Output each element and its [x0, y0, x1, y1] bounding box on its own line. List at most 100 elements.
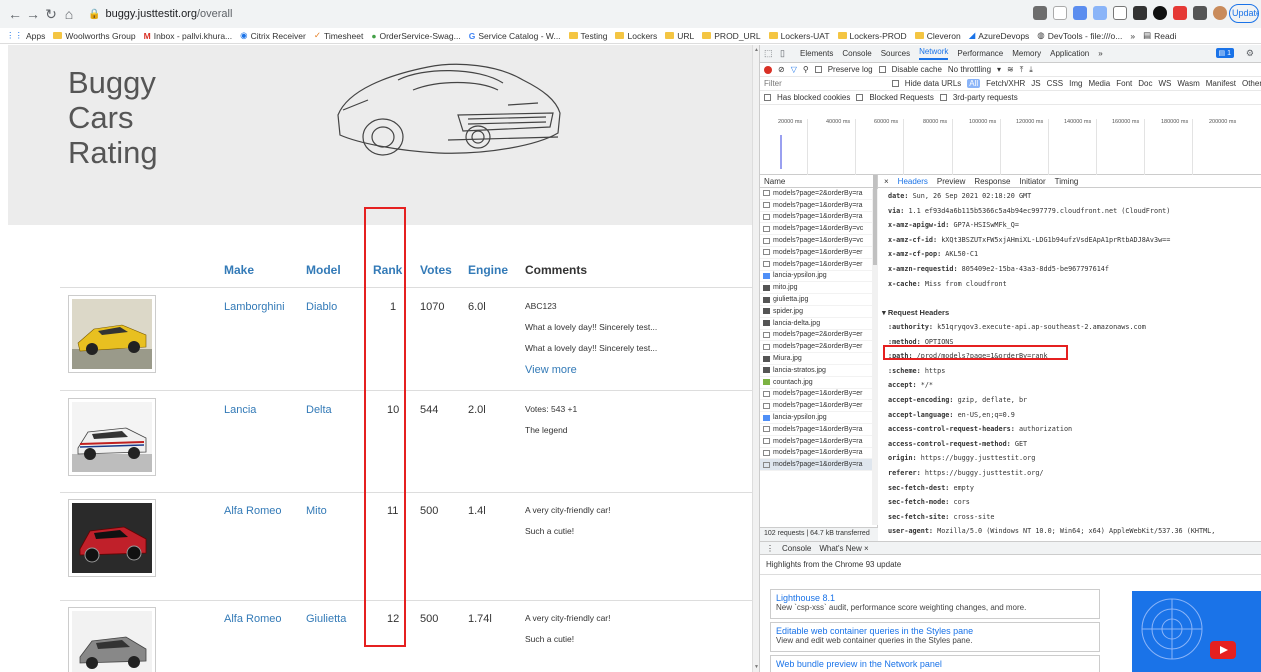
- tab-timing[interactable]: Timing: [1055, 177, 1079, 186]
- address-bar[interactable]: buggy.justtestit.org/overall: [105, 8, 232, 20]
- bookmark-item[interactable]: M Inbox - pallvi.khura...: [144, 31, 233, 41]
- bookmark-item[interactable]: ◍ DevTools - file:///o...: [1037, 30, 1122, 41]
- chevron-down-icon[interactable]: ▾: [997, 65, 1001, 74]
- bookmark-item[interactable]: Testing: [568, 31, 607, 41]
- page-scrollbar[interactable]: ▲ ▼: [752, 45, 759, 672]
- request-item[interactable]: models?page=1&orderBy=ra: [760, 436, 877, 448]
- request-item[interactable]: lancia-ypsilon.jpg: [760, 271, 877, 283]
- tab-application[interactable]: Application: [1050, 49, 1089, 58]
- bookmark-item[interactable]: ▤ Readi: [1143, 30, 1176, 41]
- extension-icon[interactable]: [1073, 6, 1087, 20]
- puzzle-icon[interactable]: [1193, 6, 1207, 20]
- extension-icon[interactable]: [1093, 6, 1107, 20]
- type-filter-all[interactable]: All: [967, 79, 981, 88]
- bookmark-item[interactable]: Lockers: [615, 31, 657, 41]
- type-filter-img[interactable]: Img: [1069, 79, 1082, 88]
- gear-icon[interactable]: ⚙: [1246, 48, 1254, 59]
- extension-icon[interactable]: [1133, 6, 1147, 20]
- type-filter-ws[interactable]: WS: [1158, 79, 1171, 88]
- bookmark-item[interactable]: Woolworths Group: [53, 31, 136, 41]
- request-item[interactable]: models?page=1&orderBy=vc: [760, 235, 877, 247]
- request-item[interactable]: models?page=1&orderBy=er: [760, 247, 877, 259]
- bookmark-item[interactable]: ● OrderService-Swag...: [371, 31, 460, 41]
- view-more-link[interactable]: View more: [525, 364, 577, 376]
- request-item[interactable]: models?page=1&orderBy=er: [760, 389, 877, 401]
- column-header-engine[interactable]: Engine: [468, 263, 508, 277]
- request-item[interactable]: models?page=1&orderBy=ra: [760, 200, 877, 212]
- model-link[interactable]: Mito: [306, 505, 327, 517]
- star-icon[interactable]: [1053, 6, 1067, 20]
- request-item[interactable]: spider.jpg: [760, 306, 877, 318]
- column-header-model[interactable]: Model: [306, 263, 341, 277]
- whats-new-card[interactable]: Editable web container queries in the St…: [770, 622, 1100, 652]
- avatar[interactable]: [1213, 6, 1227, 20]
- bookmark-item[interactable]: ◉ Citrix Receiver: [240, 30, 306, 41]
- tab-initiator[interactable]: Initiator: [1019, 177, 1045, 186]
- disable-cache-checkbox[interactable]: [878, 66, 886, 73]
- blocked-requests-checkbox[interactable]: [856, 94, 864, 101]
- type-filter-wasm[interactable]: Wasm: [1177, 79, 1199, 88]
- bookmark-item[interactable]: URL: [665, 31, 694, 41]
- record-icon[interactable]: [764, 65, 772, 74]
- drawer-menu-icon[interactable]: ⋮: [766, 544, 774, 553]
- request-headers-title[interactable]: ▾ Request Headers: [882, 308, 949, 317]
- tab-sources[interactable]: Sources: [881, 49, 910, 58]
- make-link[interactable]: Alfa Romeo: [224, 613, 281, 625]
- back-icon[interactable]: ←: [6, 6, 24, 22]
- bookmark-item[interactable]: ✓ Timesheet: [314, 30, 364, 41]
- whats-new-card[interactable]: Web bundle preview in the Network panel: [770, 655, 1100, 672]
- type-filter-font[interactable]: Font: [1116, 79, 1132, 88]
- car-image[interactable]: [68, 499, 156, 577]
- request-item[interactable]: mito.jpg: [760, 282, 877, 295]
- type-filter-media[interactable]: Media: [1088, 79, 1110, 88]
- car-image[interactable]: [68, 607, 156, 672]
- bookmark-item[interactable]: G Service Catalog - W...: [469, 31, 561, 41]
- tab-response[interactable]: Response: [974, 177, 1010, 186]
- third-party-checkbox[interactable]: [939, 94, 947, 101]
- request-item[interactable]: Miura.jpg: [760, 353, 877, 365]
- request-item[interactable]: models?page=2&orderBy=er: [760, 341, 877, 354]
- export-icon[interactable]: ⤓: [1029, 65, 1033, 75]
- wifi-icon[interactable]: ≋: [1007, 65, 1014, 74]
- whats-new-card[interactable]: Lighthouse 8.1 New `csp-xss` audit, perf…: [770, 589, 1100, 619]
- throttling-select[interactable]: No throttling: [948, 65, 991, 74]
- bookmarks-overflow[interactable]: »: [1130, 31, 1135, 41]
- filter-input[interactable]: Filter: [764, 79, 886, 88]
- play-icon[interactable]: [1210, 641, 1236, 659]
- forward-icon[interactable]: →: [24, 6, 42, 22]
- search-icon[interactable]: ⚲: [803, 65, 809, 74]
- make-link[interactable]: Alfa Romeo: [224, 505, 281, 517]
- column-header-votes[interactable]: Votes: [420, 263, 452, 277]
- tab-memory[interactable]: Memory: [1012, 49, 1041, 58]
- request-item[interactable]: countach.jpg: [760, 377, 877, 389]
- request-item[interactable]: lancia-ypsilon.jpg: [760, 412, 877, 424]
- car-image[interactable]: [68, 295, 156, 373]
- bookmark-item[interactable]: Cleveron: [914, 31, 961, 41]
- tab-network[interactable]: Network: [919, 47, 949, 60]
- request-item[interactable]: giulietta.jpg: [760, 294, 877, 306]
- bookmark-item[interactable]: Lockers-PROD: [837, 31, 907, 41]
- request-item[interactable]: lancia-stratos.jpg: [760, 365, 877, 377]
- column-header-make[interactable]: Make: [224, 263, 254, 277]
- device-toggle-icon[interactable]: ▯: [780, 48, 785, 59]
- inspect-icon[interactable]: ⬚: [764, 48, 773, 59]
- preserve-log-checkbox[interactable]: [814, 66, 822, 73]
- type-filter-other[interactable]: Other: [1242, 79, 1261, 88]
- request-item[interactable]: models?page=1&orderBy=vc: [760, 223, 877, 236]
- tab-performance[interactable]: Performance: [957, 49, 1003, 58]
- clear-icon[interactable]: ⊘: [778, 65, 785, 74]
- hide-data-urls-checkbox[interactable]: [892, 80, 899, 87]
- close-icon[interactable]: ×: [884, 177, 889, 186]
- bookmark-item[interactable]: ◢ AzureDevops: [969, 30, 1030, 41]
- make-link[interactable]: Lamborghini: [224, 301, 285, 313]
- filter-icon[interactable]: ▽: [791, 65, 797, 74]
- tab-preview[interactable]: Preview: [937, 177, 965, 186]
- import-icon[interactable]: ⤒: [1020, 65, 1024, 75]
- request-item[interactable]: models?page=1&orderBy=ra: [760, 424, 877, 436]
- model-link[interactable]: Giulietta: [306, 613, 346, 625]
- bookmark-apps[interactable]: ⋮⋮ Apps: [6, 30, 45, 41]
- issues-badge[interactable]: ▤ 1: [1215, 48, 1234, 58]
- request-item[interactable]: models?page=1&orderBy=ra: [760, 212, 877, 224]
- request-item[interactable]: models?page=2&orderBy=ra: [760, 188, 877, 200]
- request-item[interactable]: models?page=1&orderBy=ra: [760, 448, 877, 460]
